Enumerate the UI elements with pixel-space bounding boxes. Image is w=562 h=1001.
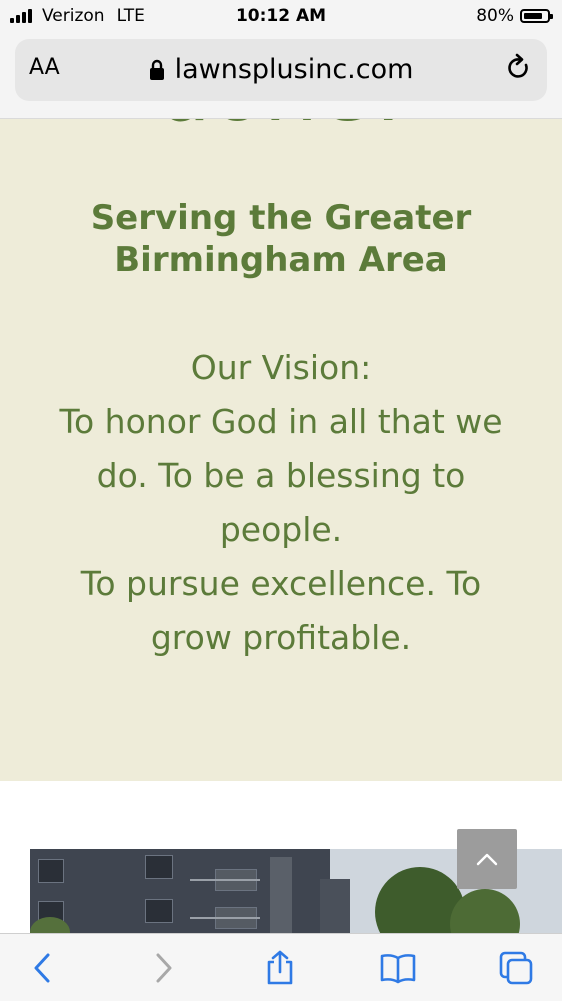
share-button[interactable] — [260, 950, 300, 986]
forward-chevron-icon — [156, 953, 172, 983]
back-button[interactable] — [22, 950, 62, 986]
back-to-top-button[interactable] — [457, 829, 517, 889]
vision-line: grow profitable. — [150, 618, 412, 657]
bookmarks-icon — [380, 954, 416, 984]
battery-percent: 80% — [476, 6, 514, 26]
service-area-heading: Serving the Greater Birmingham Area — [0, 197, 562, 281]
share-icon — [267, 950, 293, 985]
browser-address-area: AA lawnsplusinc.com — [0, 32, 562, 119]
battery-icon — [520, 9, 553, 23]
vision-line: people. — [219, 510, 343, 549]
photo-window — [145, 899, 173, 923]
tagline-line: Serving the Greater — [90, 198, 472, 238]
photo-railing — [190, 917, 260, 919]
chevron-up-icon — [476, 853, 498, 866]
photo-window — [38, 859, 64, 883]
photo-railing — [190, 879, 260, 881]
url-display[interactable]: lawnsplusinc.com — [15, 54, 547, 85]
url-text: lawnsplusinc.com — [174, 54, 414, 85]
battery-status: 80% — [476, 6, 553, 26]
vision-line: do. To be a blessing to — [96, 456, 466, 495]
status-bar: Verizon LTE 10:12 AM 80% — [0, 0, 562, 32]
photo-column — [270, 857, 292, 933]
headline-fragment: done! — [0, 119, 562, 141]
reload-icon[interactable] — [505, 53, 533, 83]
vision-statement: Our Vision: To honor God in all that we … — [40, 341, 522, 665]
vision-line: To pursue excellence. To — [80, 564, 482, 603]
lock-icon — [149, 59, 164, 80]
address-bar[interactable]: AA lawnsplusinc.com — [15, 39, 547, 101]
forward-button[interactable] — [144, 950, 184, 986]
vision-line: To honor God in all that we — [59, 402, 503, 441]
bookmarks-button[interactable] — [378, 950, 418, 986]
tagline-line: Birmingham Area — [114, 240, 448, 280]
back-chevron-icon — [34, 953, 50, 983]
vision-section: done! Serving the Greater Birmingham Are… — [0, 119, 562, 781]
tabs-button[interactable] — [496, 950, 536, 986]
photo-window — [145, 855, 173, 879]
vision-heading: Our Vision: — [190, 348, 372, 387]
photo-building — [320, 879, 350, 933]
browser-toolbar — [0, 933, 562, 1001]
tabs-icon — [499, 951, 533, 985]
